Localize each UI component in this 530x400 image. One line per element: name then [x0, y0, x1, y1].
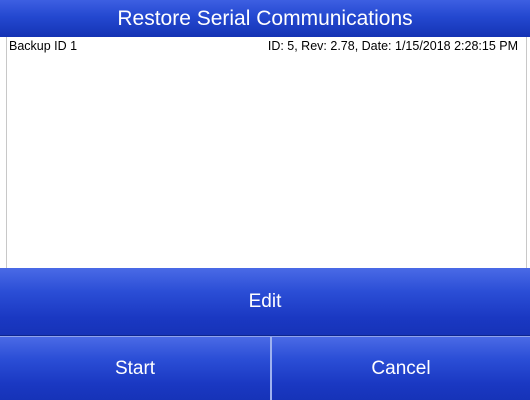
list-item[interactable]: Backup ID 1 ID: 5, Rev: 2.78, Date: 1/15… [7, 37, 526, 55]
restore-serial-communications-screen: Restore Serial Communications Backup ID … [0, 0, 530, 400]
start-button[interactable]: Start [0, 337, 270, 400]
cancel-button[interactable]: Cancel [272, 337, 530, 400]
edit-button[interactable]: Edit [0, 268, 530, 336]
backup-details: ID: 5, Rev: 2.78, Date: 1/15/2018 2:28:1… [267, 39, 518, 53]
page-title: Restore Serial Communications [0, 0, 530, 37]
backup-name: Backup ID 1 [9, 39, 78, 53]
backup-list[interactable]: Backup ID 1 ID: 5, Rev: 2.78, Date: 1/15… [6, 37, 527, 268]
